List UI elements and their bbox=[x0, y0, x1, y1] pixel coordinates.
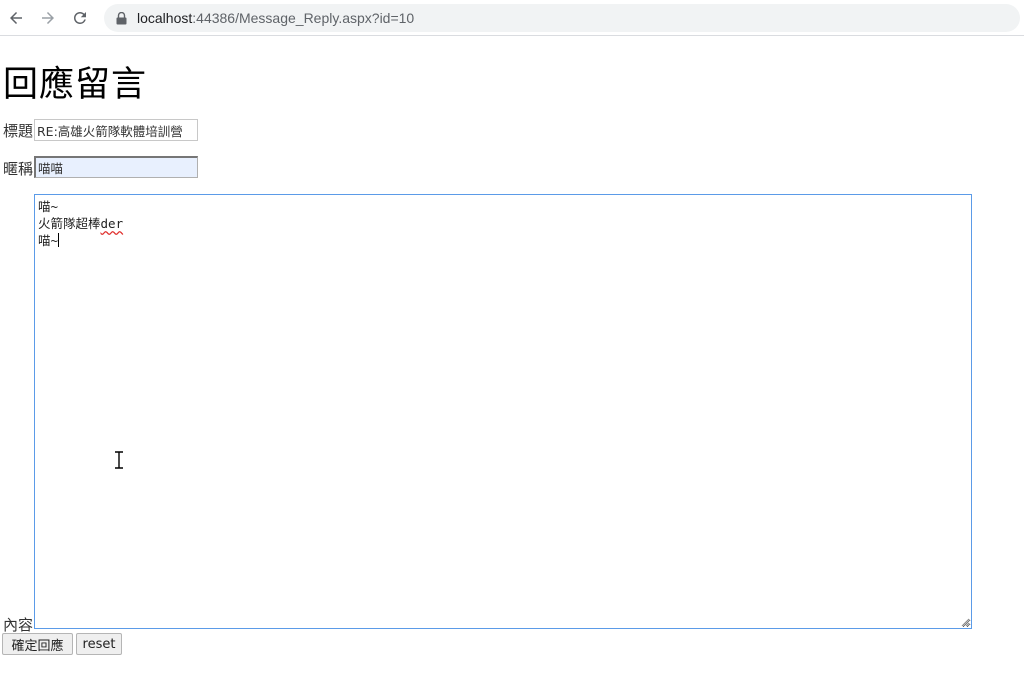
page-title: 回應留言 bbox=[3, 65, 148, 105]
title-input[interactable] bbox=[34, 119, 198, 141]
resize-grip-icon[interactable] bbox=[960, 617, 970, 627]
submit-reply-button[interactable]: 確定回應 bbox=[2, 633, 73, 655]
text-caret bbox=[58, 233, 60, 247]
content-line-text: 火箭隊超棒 bbox=[38, 216, 101, 231]
lock-icon[interactable] bbox=[116, 11, 127, 25]
content-line: 喵~ bbox=[38, 199, 59, 214]
browser-toolbar: localhost:44386/Message_Reply.aspx?id=10 bbox=[0, 0, 1024, 36]
back-arrow-icon[interactable] bbox=[4, 6, 28, 30]
nickname-label: 暱稱 bbox=[3, 160, 34, 178]
content-textarea[interactable]: 喵~ 火箭隊超棒der 喵~ bbox=[34, 194, 972, 629]
nickname-input[interactable] bbox=[34, 156, 198, 178]
content-label: 內容 bbox=[3, 616, 34, 634]
content-line-text: 喵~ bbox=[38, 233, 59, 248]
content-line: 火箭隊超棒der bbox=[38, 215, 968, 232]
address-bar[interactable]: localhost:44386/Message_Reply.aspx?id=10 bbox=[104, 4, 1020, 32]
reset-button[interactable]: reset bbox=[76, 633, 122, 655]
reload-icon[interactable] bbox=[68, 6, 92, 30]
content-line: 喵~ bbox=[38, 232, 968, 249]
url-host: localhost bbox=[137, 10, 193, 26]
misspelled-word: der bbox=[100, 216, 124, 231]
text-cursor-icon bbox=[115, 451, 123, 469]
url-path: :44386/Message_Reply.aspx?id=10 bbox=[192, 10, 415, 26]
forward-arrow-icon[interactable] bbox=[36, 6, 60, 30]
title-label: 標題 bbox=[3, 122, 34, 140]
